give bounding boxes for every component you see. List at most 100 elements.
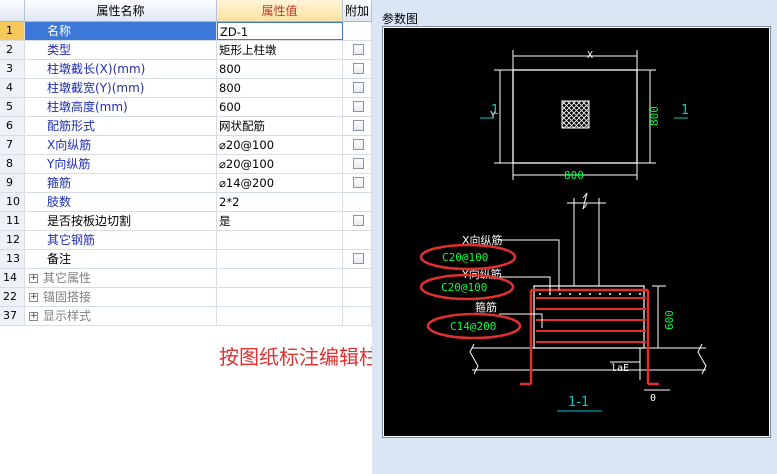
add-cell (343, 41, 372, 59)
property-name-text: 肢数 (47, 195, 72, 209)
property-name-cell[interactable]: Y向纵筋 (25, 155, 217, 173)
property-value-cell[interactable]: 800 (217, 79, 343, 97)
add-checkbox[interactable] (353, 215, 364, 226)
table-row[interactable]: 3 柱墩截长(X)(mm) 800 (0, 60, 372, 79)
property-value-cell[interactable]: 矩形上柱墩 (217, 41, 343, 59)
group-name-cell[interactable]: + 其它属性 (25, 269, 217, 287)
property-name-cell[interactable]: 其它钢筋 (25, 231, 217, 249)
add-cell (343, 155, 372, 173)
property-value-cell[interactable] (217, 288, 343, 306)
add-checkbox[interactable] (353, 253, 364, 264)
panel-title: 参数图 (382, 12, 419, 26)
drawing-svg: X Y 800 800 1 1 X向纵筋 C20@100 Y向纵筋 C20@10… (419, 50, 707, 412)
group-name-cell[interactable]: + 锚固搭接 (25, 288, 217, 306)
property-name-cell[interactable]: X向纵筋 (25, 136, 217, 154)
row-number: 9 (0, 174, 25, 192)
property-name-text: 柱墩截长(X)(mm) (47, 62, 146, 76)
height-dim: 600 (663, 310, 676, 330)
property-name-cell[interactable]: 柱墩截宽(Y)(mm) (25, 79, 217, 97)
add-cell (343, 269, 372, 287)
row-number: 8 (0, 155, 25, 173)
add-cell (343, 288, 372, 306)
property-value-cell[interactable]: 800 (217, 60, 343, 78)
table-row[interactable]: 7 X向纵筋 ⌀20@100 (0, 136, 372, 155)
column-hatch (561, 100, 590, 129)
table-row[interactable]: 9 箍筋 ⌀14@200 (0, 174, 372, 193)
property-value-cell[interactable]: ⌀20@100 (217, 155, 343, 173)
property-name-cell[interactable]: 肢数 (25, 193, 217, 211)
add-checkbox[interactable] (353, 82, 364, 93)
property-name-text: 备注 (47, 252, 72, 266)
header-add[interactable]: 附加 (343, 0, 372, 22)
add-cell (343, 174, 372, 192)
property-value-cell[interactable]: ⌀14@200 (217, 174, 343, 192)
property-name-text: 显示样式 (43, 309, 92, 323)
property-value-cell[interactable] (217, 231, 343, 249)
table-row[interactable]: 11 是否按板边切割 是 (0, 212, 372, 231)
header-property-name[interactable]: 属性名称 (25, 0, 217, 22)
add-checkbox[interactable] (353, 120, 364, 131)
property-value-cell[interactable] (217, 307, 343, 325)
add-checkbox[interactable] (353, 101, 364, 112)
property-name-text: 其它属性 (43, 271, 92, 285)
add-cell (343, 117, 372, 135)
table-row[interactable]: 2 类型 矩形上柱墩 (0, 41, 372, 60)
property-value-cell[interactable]: ZD-1 (217, 22, 343, 40)
property-value-cell[interactable]: 是 (217, 212, 343, 230)
table-row[interactable]: 10 肢数 2*2 (0, 193, 372, 212)
add-checkbox[interactable] (353, 158, 364, 169)
add-checkbox[interactable] (353, 139, 364, 150)
property-value-cell[interactable]: ⌀20@100 (217, 136, 343, 154)
plan-width-dim: 800 (564, 169, 584, 182)
table-row[interactable]: 8 Y向纵筋 ⌀20@100 (0, 155, 372, 174)
property-value-cell[interactable] (217, 269, 343, 287)
property-value-cell[interactable]: 网状配筋 (217, 117, 343, 135)
add-checkbox[interactable] (353, 177, 364, 188)
add-cell (343, 22, 372, 40)
anchor-label: laE (611, 363, 629, 374)
table-row[interactable]: 37 + 显示样式 (0, 307, 372, 326)
property-value-cell[interactable]: 600 (217, 98, 343, 116)
table-row[interactable]: 22 + 锚固搭接 (0, 288, 372, 307)
group-name-cell[interactable]: + 显示样式 (25, 307, 217, 325)
table-row[interactable]: 5 柱墩高度(mm) 600 (0, 98, 372, 117)
property-name-cell[interactable]: 是否按板边切割 (25, 212, 217, 230)
header-row-number (0, 0, 25, 22)
add-checkbox[interactable] (353, 63, 364, 74)
row-number: 37 (0, 307, 25, 325)
row-number: 6 (0, 117, 25, 135)
row-number: 10 (0, 193, 25, 211)
property-name-cell[interactable]: 备注 (25, 250, 217, 268)
property-name-text: 类型 (47, 43, 72, 57)
parameter-panel: 参数图 X Y 800 800 1 1 X向纵筋 C20@100 Y向纵筋 C2… (372, 0, 777, 474)
table-row[interactable]: 1 名称 ZD-1 (0, 22, 372, 41)
property-name-cell[interactable]: 类型 (25, 41, 217, 59)
row-number: 11 (0, 212, 25, 230)
expand-icon[interactable]: + (29, 312, 38, 321)
property-value-cell[interactable] (217, 250, 343, 268)
plan-x-label: X (587, 50, 593, 61)
property-name-text: 配筋形式 (47, 119, 96, 133)
header-property-value[interactable]: 属性值 (217, 0, 343, 22)
property-name-cell[interactable]: 箍筋 (25, 174, 217, 192)
zero-label: 0 (650, 393, 656, 404)
property-name-cell[interactable]: 柱墩截长(X)(mm) (25, 60, 217, 78)
property-name-cell[interactable]: 名称 (25, 22, 217, 40)
property-value-cell[interactable]: 2*2 (217, 193, 343, 211)
plan-view: X Y 800 800 1 1 (480, 50, 689, 182)
table-row[interactable]: 6 配筋形式 网状配筋 (0, 117, 372, 136)
table-row[interactable]: 4 柱墩截宽(Y)(mm) 800 (0, 79, 372, 98)
property-grid: 属性名称 属性值 附加 1 名称 ZD-1 2 类型 矩形上柱墩 3 柱墩截长(X)(mm) 8… (0, 0, 372, 328)
property-name-text: 锚固搭接 (43, 290, 92, 304)
table-row[interactable]: 14 + 其它属性 (0, 269, 372, 288)
add-checkbox[interactable] (353, 44, 364, 55)
expand-icon[interactable]: + (29, 293, 38, 302)
property-name-cell[interactable]: 配筋形式 (25, 117, 217, 135)
table-row[interactable]: 13 备注 (0, 250, 372, 269)
row-number: 7 (0, 136, 25, 154)
table-row[interactable]: 12 其它钢筋 (0, 231, 372, 250)
section-title: 1-1 (568, 395, 589, 410)
expand-icon[interactable]: + (29, 274, 38, 283)
property-name-cell[interactable]: 柱墩高度(mm) (25, 98, 217, 116)
pier-outline (533, 285, 645, 349)
